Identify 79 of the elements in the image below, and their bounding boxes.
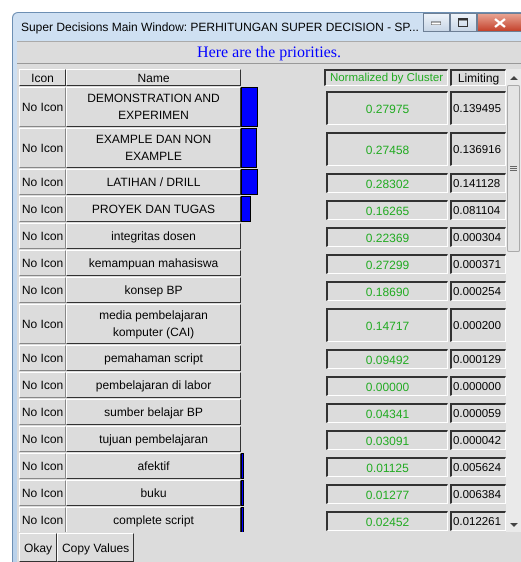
icon-cell: No Icon <box>19 169 66 195</box>
node-name-button[interactable]: pemahaman script <box>66 345 241 371</box>
limiting-value: 0.000059 <box>450 403 506 423</box>
icon-cell: No Icon <box>19 223 66 249</box>
node-name-button[interactable]: buku <box>66 480 241 506</box>
maximize-icon <box>458 18 468 27</box>
column-header[interactable]: Icon <box>19 69 66 86</box>
node-name-button[interactable]: complete script <box>66 507 241 532</box>
node-name-button[interactable]: LATIHAN / DRILL <box>66 169 241 195</box>
node-name-button[interactable]: integritas dosen <box>66 223 241 249</box>
normalized-value: 0.09492 <box>326 349 448 369</box>
limiting-value: 0.000000 <box>450 376 506 396</box>
dialog-button[interactable]: Copy Values <box>57 533 134 562</box>
normalized-value: 0.16265 <box>326 200 448 220</box>
grip-icon <box>510 166 517 172</box>
priorities-heading: Here are the priorities. <box>17 41 521 64</box>
normalized-value: 0.01125 <box>326 457 448 477</box>
normalized-value: 0.28302 <box>326 173 448 193</box>
node-name-button[interactable]: pembelajaran di labor <box>66 372 241 398</box>
icon-cell: No Icon <box>19 453 66 479</box>
limiting-value: 0.000304 <box>450 227 506 247</box>
icon-cell: No Icon <box>19 507 66 532</box>
normalized-value: 0.27299 <box>326 254 448 274</box>
node-name-button[interactable]: sumber belajar BP <box>66 399 241 425</box>
limiting-value: 0.000129 <box>450 349 506 369</box>
node-name-button[interactable]: DEMONSTRATION AND EXPERIMEN <box>66 87 241 127</box>
limiting-value: 0.000200 <box>450 308 506 342</box>
column-header: Normalized by Cluster <box>324 69 448 86</box>
node-name-button[interactable]: media pembelajaran komputer (CAI) <box>66 304 241 344</box>
normalized-value: 0.14717 <box>326 308 448 342</box>
icon-cell: No Icon <box>19 345 66 371</box>
limiting-value: 0.000042 <box>450 430 506 450</box>
close-icon <box>494 18 506 28</box>
icon-cell: No Icon <box>19 399 66 425</box>
column-header: Limiting <box>450 69 506 86</box>
limiting-value: 0.000254 <box>450 281 506 301</box>
priority-bar <box>241 87 258 127</box>
scrollbar[interactable] <box>506 69 521 532</box>
icon-cell: No Icon <box>19 250 66 276</box>
normalized-value: 0.01277 <box>326 484 448 504</box>
icon-cell: No Icon <box>19 196 66 222</box>
normalized-value: 0.00000 <box>326 376 448 396</box>
normalized-value: 0.03091 <box>326 430 448 450</box>
node-name-button[interactable]: tujuan pembelajaran <box>66 426 241 452</box>
node-name-button[interactable]: PROYEK DAN TUGAS <box>66 196 241 222</box>
normalized-value: 0.18690 <box>326 281 448 301</box>
limiting-value: 0.000371 <box>450 254 506 274</box>
icon-cell: No Icon <box>19 372 66 398</box>
node-name-button[interactable]: konsep BP <box>66 277 241 303</box>
limiting-value: 0.006384 <box>450 484 506 504</box>
node-name-button[interactable]: kemampuan mahasiswa <box>66 250 241 276</box>
close-button[interactable] <box>476 13 521 32</box>
minimize-button[interactable] <box>422 13 450 32</box>
icon-cell: No Icon <box>19 87 66 127</box>
icon-cell: No Icon <box>19 277 66 303</box>
node-name-button[interactable]: afektif <box>66 453 241 479</box>
scroll-up-icon[interactable] <box>510 75 518 81</box>
maximize-button[interactable] <box>450 13 477 32</box>
column-header[interactable]: Name <box>66 69 241 86</box>
limiting-value: 0.139495 <box>450 91 506 125</box>
scroll-down-icon[interactable] <box>510 522 518 528</box>
node-name-button[interactable]: EXAMPLE DAN NON EXAMPLE <box>66 128 241 168</box>
limiting-value: 0.005624 <box>450 457 506 477</box>
normalized-value: 0.04341 <box>326 403 448 423</box>
limiting-value: 0.141128 <box>450 173 506 193</box>
normalized-value: 0.27458 <box>326 132 448 166</box>
dialog-button[interactable]: Okay <box>19 533 58 562</box>
normalized-value: 0.02452 <box>326 511 448 531</box>
minimize-icon <box>431 20 442 24</box>
normalized-value: 0.22369 <box>326 227 448 247</box>
limiting-value: 0.081104 <box>450 200 506 220</box>
icon-cell: No Icon <box>19 480 66 506</box>
icon-cell: No Icon <box>19 426 66 452</box>
limiting-value: 0.012261 <box>450 511 506 531</box>
window-title: Super Decisions Main Window: PERHITUNGAN SUPER DECISION - SP... <box>21 20 419 34</box>
normalized-value: 0.27975 <box>326 91 448 125</box>
icon-cell: No Icon <box>19 304 66 344</box>
limiting-value: 0.136916 <box>450 132 506 166</box>
icon-cell: No Icon <box>19 128 66 168</box>
